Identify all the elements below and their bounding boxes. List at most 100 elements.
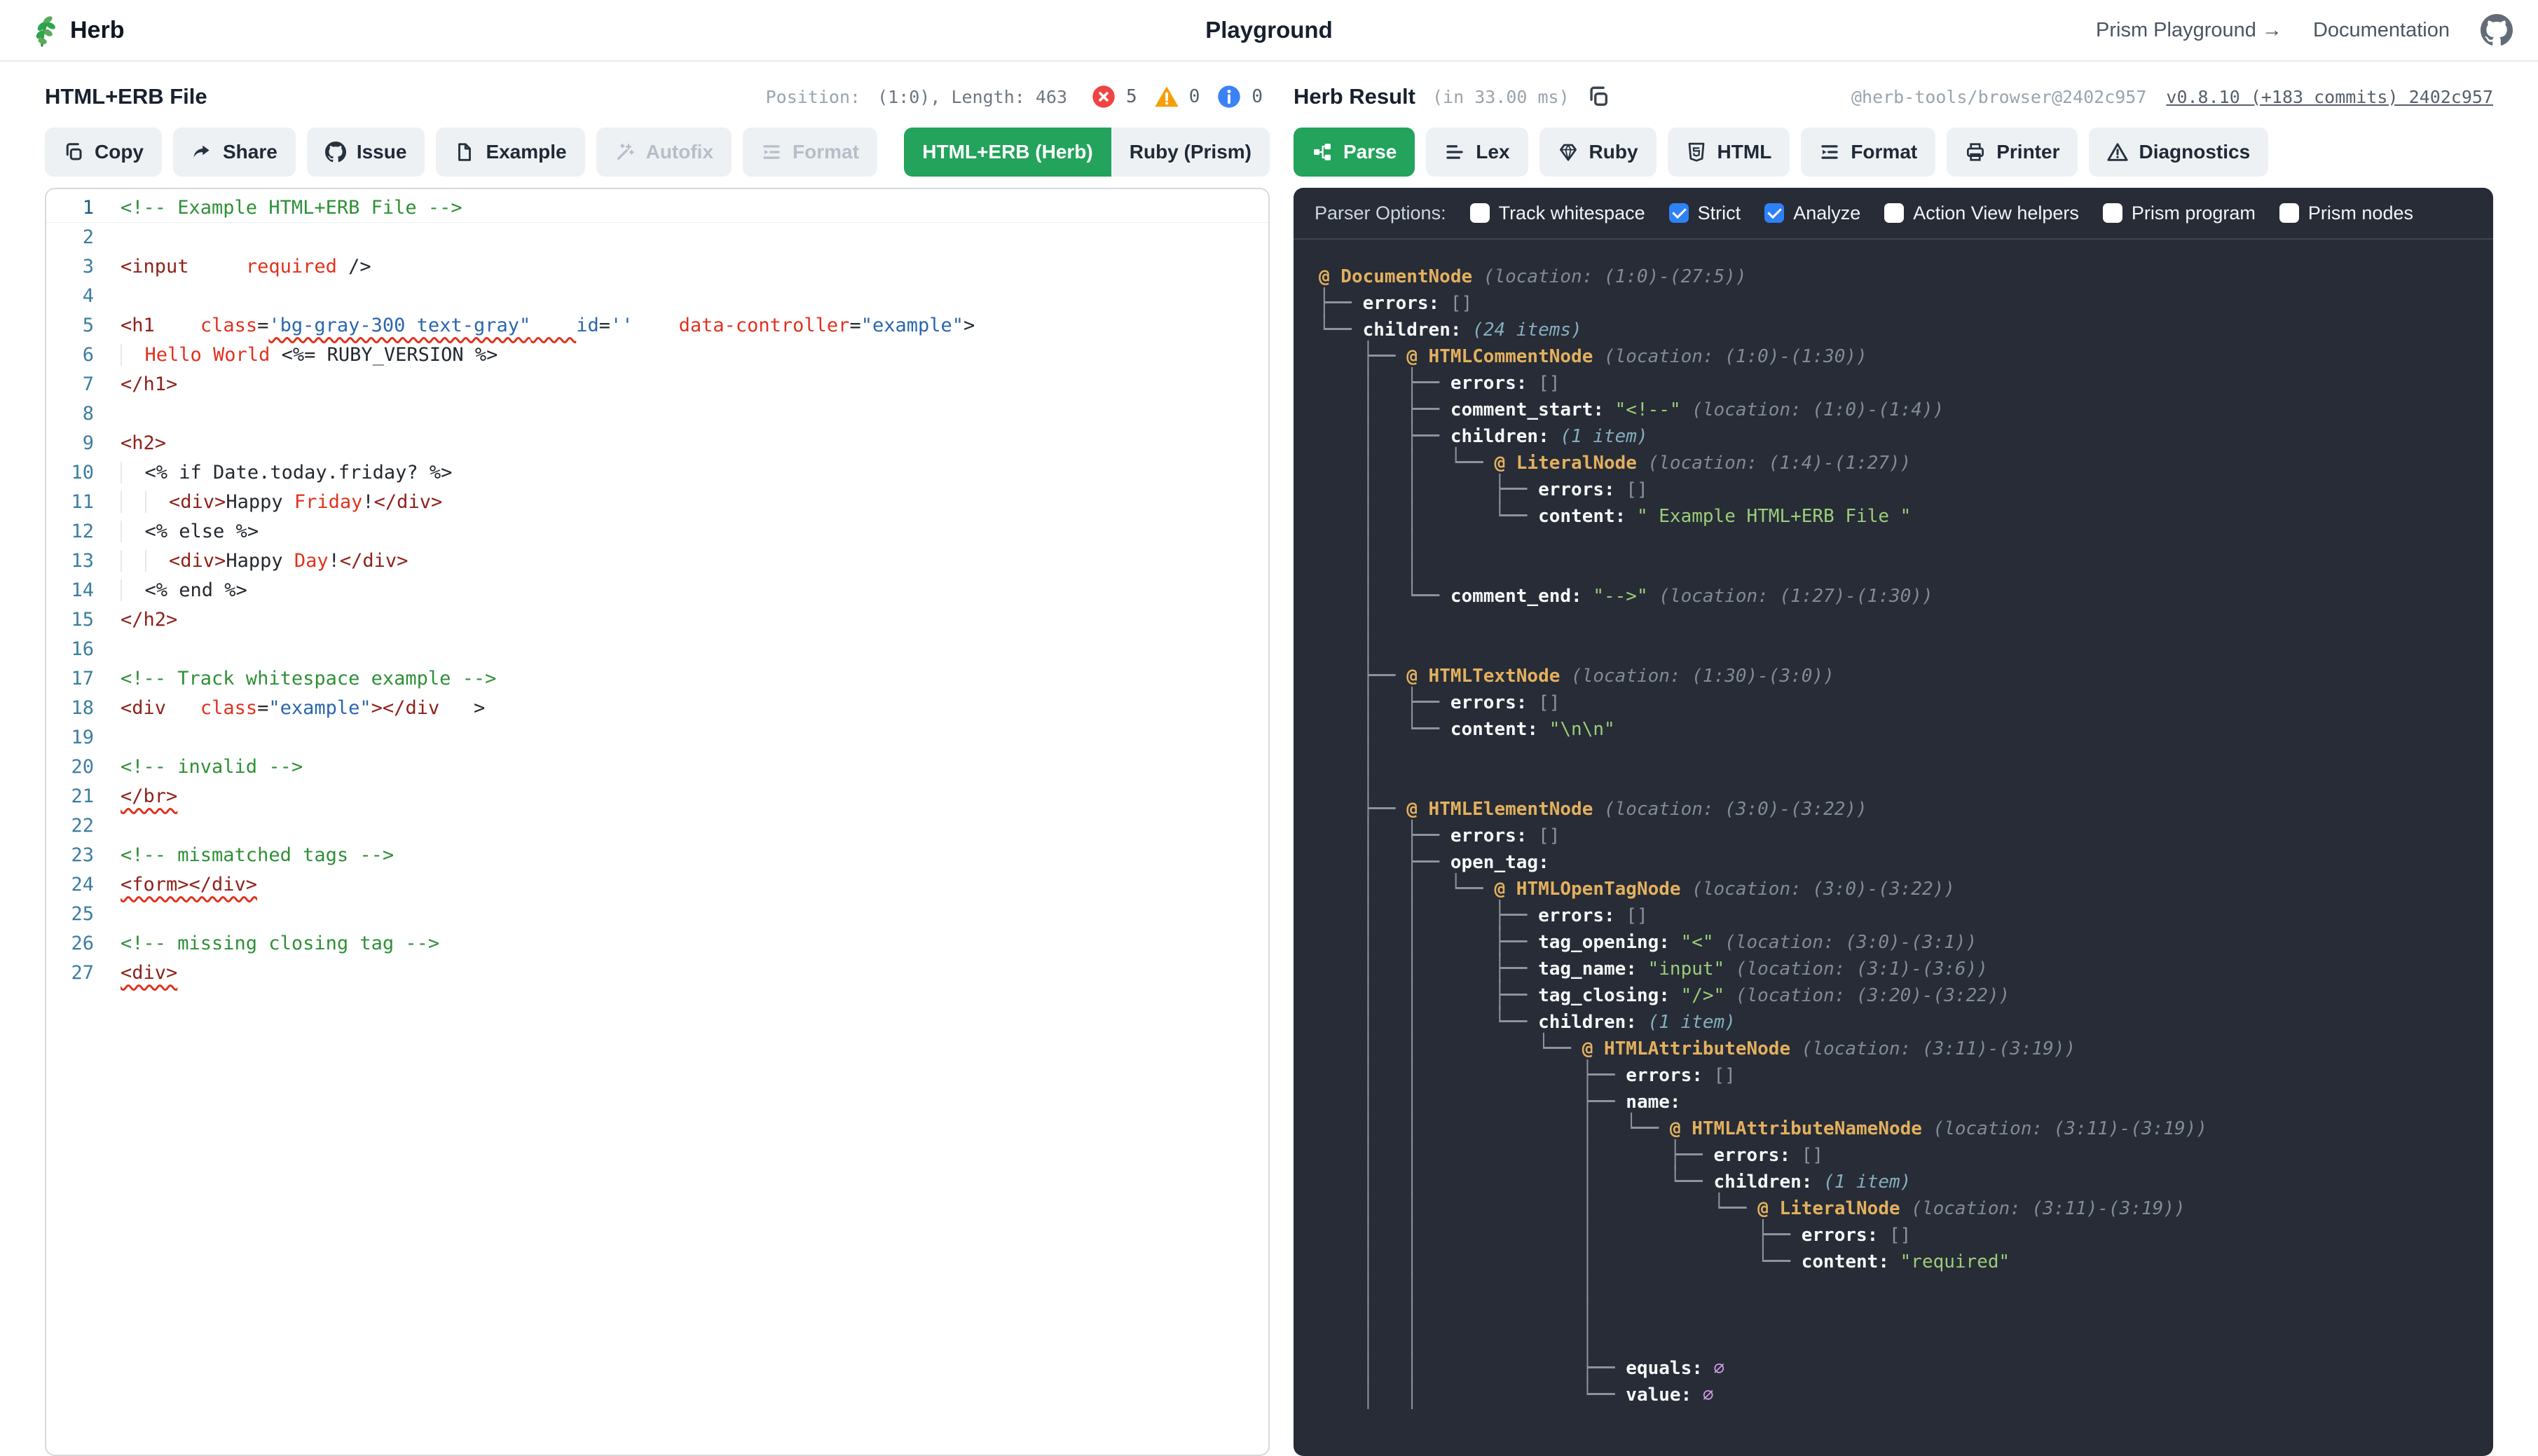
line-number: 1 [46,193,121,222]
code-line-4: 4 [46,282,1268,311]
fmt-icon [761,142,782,163]
checkbox-unchecked-icon[interactable] [2279,203,2299,223]
tree-line: @ DocumentNode (location: (1:0)-(27:5)) [1319,263,2493,290]
option-label: Track whitespace [1499,202,1645,224]
parser-options-bar: Parser Options: Track whitespace Strict An… [1294,188,2493,240]
lex-button[interactable]: Lex [1426,128,1528,177]
ruby-button[interactable]: Ruby [1539,128,1656,177]
checkbox-unchecked-icon[interactable] [2103,203,2122,223]
source-panel-title: HTML+ERB File [45,84,207,109]
checkbox-checked-icon[interactable] [1764,203,1784,223]
button-label: Share [223,141,277,163]
line-number: 13 [46,547,121,576]
tab-ruby-prism[interactable]: Ruby (Prism) [1111,128,1270,177]
editor-toolbar: Copy Share Issue Example AutofixFormat HTML+… [45,128,1270,177]
version-link[interactable]: v0.8.10 (+183 commits) 2402c957 [2166,87,2493,107]
format-button[interactable]: Format [743,128,877,177]
code-line-6: 6 Hello World <%= RUBY_VERSION %> [46,341,1268,370]
button-label: Lex [1476,141,1509,163]
herb-leaf-logo-icon [25,13,60,48]
tab-html-erb-herb[interactable]: HTML+ERB (Herb) [904,128,1111,177]
issue-button[interactable]: Issue [307,128,425,177]
line-number: 10 [46,458,121,488]
checkbox-unchecked-icon[interactable] [1470,203,1490,223]
editor-tabs: HTML+ERB (Herb) Ruby (Prism) [904,128,1270,177]
checkbox-unchecked-icon[interactable] [1884,203,1904,223]
printer-button[interactable]: Printer [1947,128,2078,177]
html-button[interactable]: HTML [1668,128,1790,177]
copy-result-icon[interactable] [1586,85,1610,109]
parser-option-analyze[interactable]: Analyze [1764,202,1860,224]
prism-playground-link[interactable]: Prism Playground → [2096,19,2282,42]
tree-line: │ ├── errors: [] [1319,823,2493,849]
code-editor[interactable]: 1<!-- Example HTML+ERB File -->23<input … [45,188,1270,1456]
tree-line: │ [1319,769,2493,796]
button-label: Example [486,141,566,163]
code-line-9: 9<h2> [46,429,1268,458]
line-number: 7 [46,370,121,399]
parser-option-prism-nodes[interactable]: Prism nodes [2279,202,2413,224]
line-number: 3 [46,252,121,282]
code-line-5: 5<h1 class='bg-gray-300 text-gray" id=''… [46,311,1268,341]
github-icon[interactable] [2481,14,2513,46]
button-label: HTML [1717,141,1772,163]
share-button[interactable]: Share [173,128,296,177]
button-label: Diagnostics [2139,141,2250,163]
line-number: 14 [46,576,121,605]
line-number: 22 [46,811,121,841]
code-line-22: 22 [46,811,1268,841]
tree-line: │ ├── comment_start: "<!--" (location: (… [1319,397,2493,423]
parser-option-prism-program[interactable]: Prism program [2103,202,2256,224]
code-line-7: 7</h1> [46,370,1268,399]
code-line-27: 27<div> [46,959,1268,988]
tree-line: │ ├── errors: [] [1319,370,2493,397]
code-line-17: 17<!-- Track whitespace example --> [46,664,1268,694]
button-label: HTML+ERB (Herb) [922,141,1092,163]
app-header: Herb Playground Prism Playground → Docum… [0,0,2538,62]
parse-button[interactable]: Parse [1294,128,1415,177]
code-line-21: 21</br> [46,782,1268,811]
html5-icon [1686,142,1707,163]
autofix-button[interactable]: Autofix [596,128,732,177]
brand[interactable]: Herb [25,13,124,48]
example-button[interactable]: Example [436,128,584,177]
line-number: 21 [46,782,121,811]
parser-option-strict[interactable]: Strict [1669,202,1741,224]
code-line-12: 12 <% else %> [46,517,1268,547]
result-toolbar: Parse Lex Ruby HTML FormatPrinter Diagnostics [1294,128,2493,177]
warning-badge-icon [1154,84,1179,109]
line-number: 18 [46,694,121,723]
tree-line: │ │ └── content: " Example HTML+ERB File… [1319,503,2493,530]
page-title: Playground [1205,17,1333,43]
parser-option-track-whitespace[interactable]: Track whitespace [1470,202,1645,224]
option-label: Analyze [1793,202,1860,224]
code-line-20: 20<!-- invalid --> [46,753,1268,782]
result-output: Parser Options: Track whitespace Strict An… [1294,188,2493,1456]
code-line-23: 23<!-- mismatched tags --> [46,841,1268,870]
file-icon [454,142,475,163]
tree-line: │ │ [1319,556,2493,583]
main-content: HTML+ERB File Position: (1:0), Length: 4… [0,62,2538,1456]
documentation-link[interactable]: Documentation [2313,19,2450,42]
line-number: 25 [46,900,121,929]
error-count: 5 [1126,86,1137,107]
parser-options-label: Parser Options: [1315,202,1446,224]
source-panel: HTML+ERB File Position: (1:0), Length: 4… [45,62,1270,1456]
line-number: 19 [46,723,121,753]
position-label: Position: [766,87,860,107]
tree-line: │ ├── children: (1 item) [1319,423,2493,450]
code-line-11: 11 <div>Happy Friday!</div> [46,488,1268,517]
copy-button[interactable]: Copy [45,128,162,177]
option-label: Prism nodes [2308,202,2413,224]
tree-line: │ [1319,743,2493,769]
checkbox-checked-icon[interactable] [1669,203,1689,223]
parser-option-action-view-helpers[interactable]: Action View helpers [1884,202,2079,224]
option-label: Strict [1698,202,1741,224]
line-number: 17 [46,664,121,694]
format-result-button[interactable]: Format [1801,128,1935,177]
build-info: @herb-tools/browser@2402c957 [1851,87,2146,107]
line-number: 11 [46,488,121,517]
diagnostics-button[interactable]: Diagnostics [2089,128,2268,177]
code-line-3: 3<input required /> [46,252,1268,282]
fmt-icon [1819,142,1840,163]
